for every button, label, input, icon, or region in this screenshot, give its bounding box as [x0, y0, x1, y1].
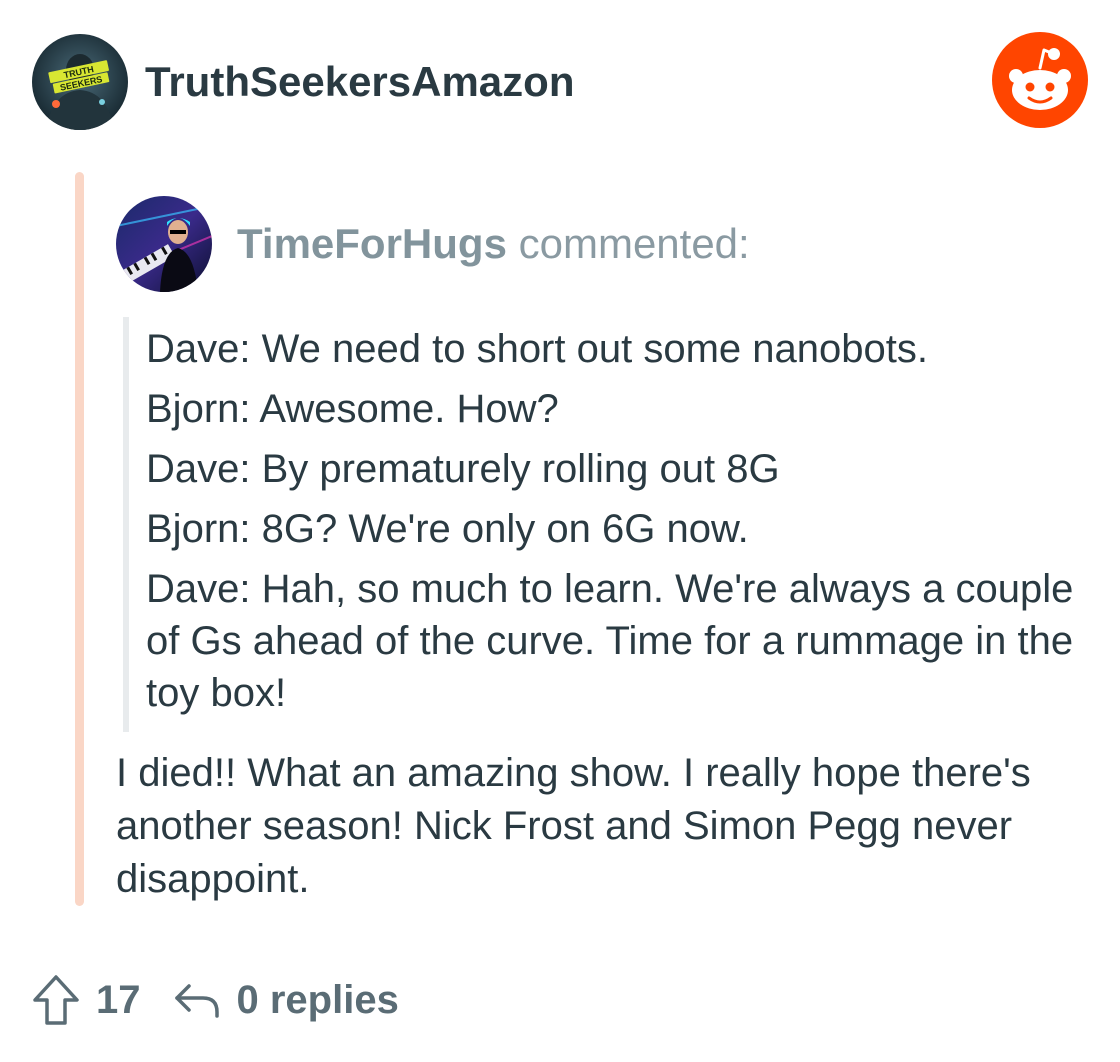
thread-indent-line[interactable] [75, 172, 84, 906]
quote-line: Dave: By prematurely rolling out 8G [146, 447, 780, 491]
arrow-up-icon[interactable] [32, 974, 80, 1026]
author-username[interactable]: TruthSeekersAmazon [145, 58, 574, 106]
upvote-count: 17 [96, 977, 141, 1022]
quote-line: Bjorn: Awesome. How? [146, 387, 559, 431]
quote-line: Bjorn: 8G? We're only on 6G now. [146, 507, 749, 551]
parent-comment-quote: Dave: We need to short out some nanobots… [146, 323, 1086, 727]
replies-link[interactable]: 0 replies [237, 978, 399, 1023]
comment-actions: 17 0 replies [32, 972, 399, 1028]
reddit-logo-icon[interactable] [992, 32, 1088, 128]
reply-arrow-icon[interactable] [173, 980, 221, 1020]
parent-author-username[interactable]: TimeForHugs [237, 220, 507, 267]
author-avatar-image: TRUTH SEEKERS [32, 34, 128, 130]
comment-body: I died!! What an amazing show. I really … [116, 751, 1031, 901]
parent-comment-header: TimeForHugs commented: [237, 220, 750, 268]
quote-line: Dave: We need to short out some nanobots… [146, 327, 928, 371]
quote-bar [123, 317, 129, 732]
parent-author-avatar[interactable] [116, 196, 212, 292]
author-avatar[interactable]: TRUTH SEEKERS [32, 34, 128, 130]
quote-line: Dave: Hah, so much to learn. We're alway… [146, 567, 1074, 715]
parent-comment-action: commented: [518, 220, 750, 267]
parent-avatar-image [116, 196, 212, 292]
